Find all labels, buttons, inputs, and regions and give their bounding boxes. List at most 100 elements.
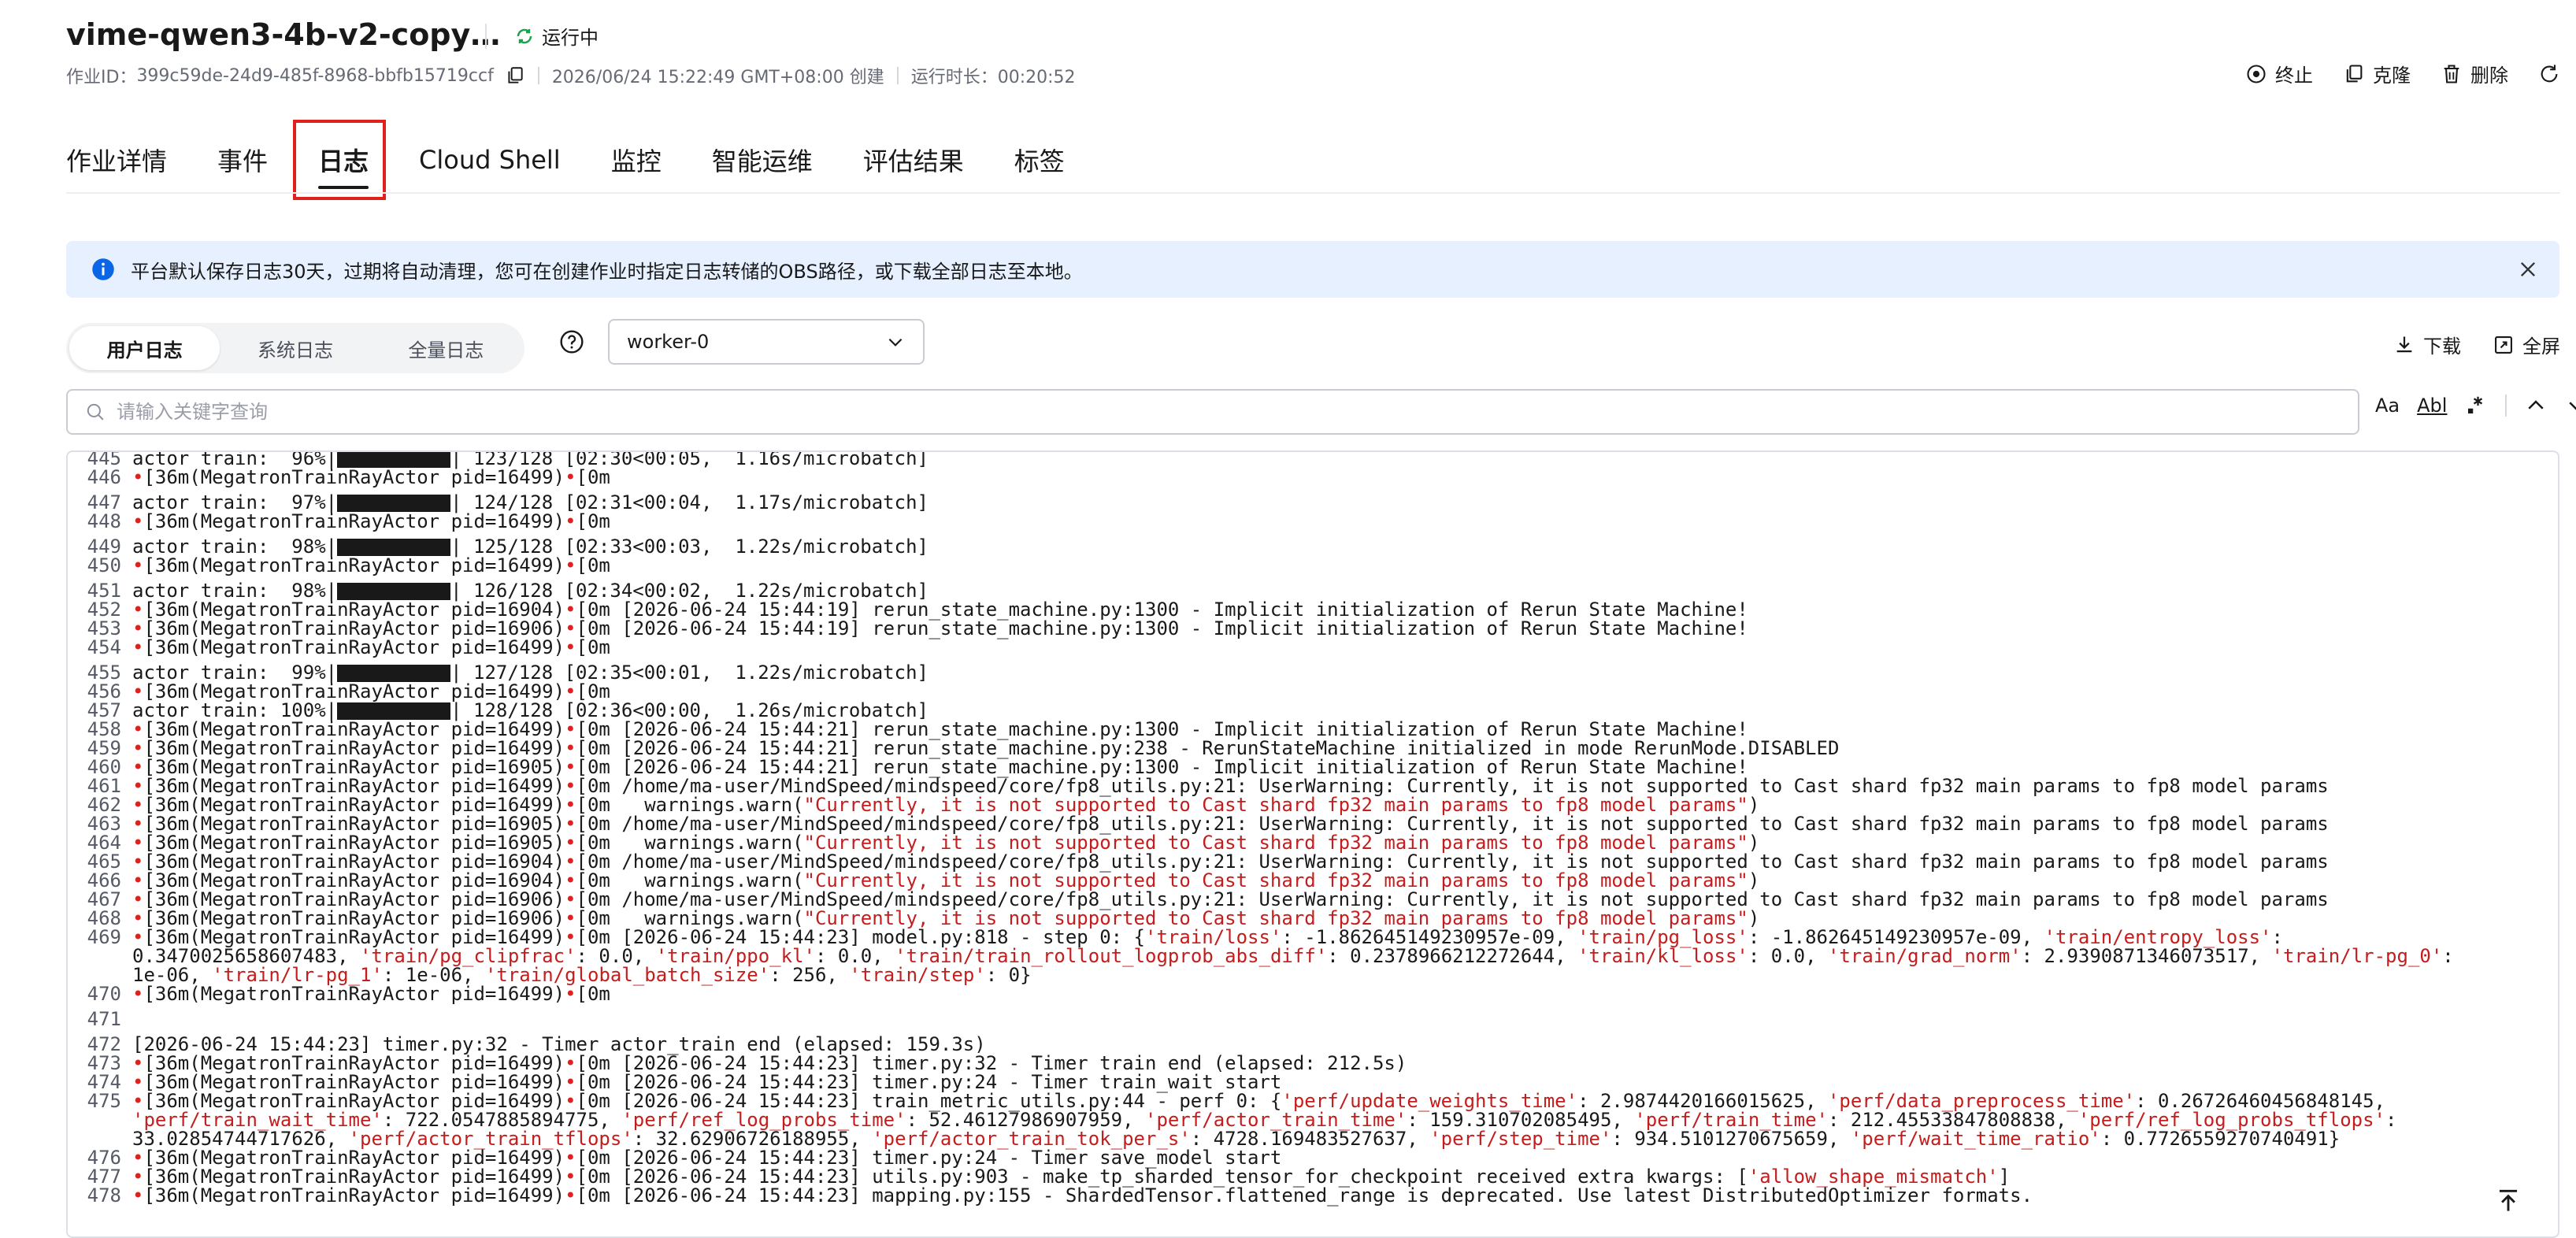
search-tools-divider: [2505, 395, 2507, 417]
log-line-number: 469: [87, 926, 121, 948]
log-line-text: [121, 1010, 132, 1029]
log-line: 1e-06, 'train/lr-pg_1': 1e-06, 'train/gl…: [76, 966, 2550, 984]
log-string-literal: 'train/lr-pg_0': [2271, 945, 2443, 967]
progress-bar-block: [337, 702, 451, 720]
refresh-button[interactable]: [2538, 63, 2560, 85]
log-line: 474 •[36m(MegatronTrainRayActor pid=16499…: [76, 1073, 2550, 1092]
log-line: 33.02854744717626, 'perf/actor_train_tfl…: [76, 1129, 2550, 1148]
log-line-number: 454: [87, 636, 121, 658]
download-label: 下载: [2423, 335, 2461, 358]
progress-bar-block: [337, 539, 451, 556]
log-line: 475 •[36m(MegatronTrainRayActor pid=16499…: [76, 1092, 2550, 1110]
worker-select[interactable]: worker-0: [608, 319, 925, 365]
tab-monitoring[interactable]: 监控: [611, 135, 662, 184]
log-line-text: •[36m(MegatronTrainRayActor pid=16906)•[…: [121, 619, 1748, 638]
user-log-option[interactable]: 用户日志: [69, 326, 221, 370]
job-meta: 作业ID： 399c59de-24d9-485f-8968-bbfb15719c…: [66, 63, 1076, 88]
tab-tags[interactable]: 标签: [1014, 135, 1065, 184]
log-line-text: actor train: 100%| | 128/128 [02:36<00:00…: [121, 701, 928, 720]
log-line: 450 •[36m(MegatronTrainRayActor pid=16499…: [76, 556, 2550, 575]
tab-events[interactable]: 事件: [217, 135, 268, 184]
tab-cloud-shell[interactable]: Cloud Shell: [419, 139, 561, 181]
log-line-number: 449: [87, 536, 121, 558]
log-line-number: 447: [87, 491, 121, 513]
regex-icon: [2468, 396, 2483, 413]
log-line: 447 actor train: 97%| | 124/128 [02:31<00:…: [76, 493, 2550, 512]
log-text-segment: [0m: [576, 466, 610, 488]
log-line-text: actor train: 96%| | 123/128 [02:30<00:05,…: [121, 452, 928, 468]
job-actions: 终止 克隆 删除: [2245, 60, 2560, 87]
log-line-text: •[36m(MegatronTrainRayActor pid=16906)•[…: [121, 909, 1759, 928]
ansi-escape-marker: •: [565, 983, 576, 1005]
log-line-number: [76, 1129, 121, 1148]
regex-toggle[interactable]: [2464, 394, 2488, 417]
running-status-icon: [517, 28, 532, 43]
log-line-number: 467: [87, 888, 121, 910]
progress-bar-block: [337, 452, 451, 468]
log-line-text: •[36m(MegatronTrainRayActor pid=16499)•[…: [121, 1148, 1281, 1167]
log-line-number: 478: [87, 1184, 121, 1206]
delete-button[interactable]: 删除: [2441, 60, 2508, 87]
log-line-number: 476: [87, 1147, 121, 1169]
log-line-number: 452: [87, 599, 121, 621]
log-line-text: •[36m(MegatronTrainRayActor pid=16904)•[…: [121, 600, 1748, 619]
log-text-segment: [36m(MegatronTrainRayActor pid=16499): [143, 554, 565, 576]
stop-button[interactable]: 终止: [2245, 60, 2313, 87]
stop-label: 终止: [2275, 65, 2313, 87]
log-line-number: 474: [87, 1071, 121, 1093]
ansi-escape-marker: •: [565, 1184, 576, 1206]
log-line-text: •[36m(MegatronTrainRayActor pid=16499)•[…: [121, 739, 1839, 758]
tab-smart-ops[interactable]: 智能运维: [712, 135, 813, 184]
full-log-option[interactable]: 全量日志: [371, 326, 521, 370]
log-text-segment: : 934.5101270675659,: [1611, 1128, 1851, 1150]
log-line-text: actor train: 99%| | 127/128 [02:35<00:01,…: [121, 663, 928, 682]
log-line-number: 451: [87, 580, 121, 602]
close-icon[interactable]: [2517, 258, 2539, 280]
chevron-up-icon: [2528, 400, 2544, 410]
log-line-number: 475: [87, 1090, 121, 1112]
search-input[interactable]: [115, 400, 2358, 424]
copy-icon[interactable]: [505, 65, 525, 86]
log-line-number: 456: [87, 680, 121, 702]
log-viewer[interactable]: 445 actor train: 96%| | 123/128 [02:30<00:…: [66, 450, 2559, 1238]
scroll-to-top-icon[interactable]: [2493, 1186, 2523, 1216]
next-match-button[interactable]: [2565, 394, 2576, 417]
log-line-number: 464: [87, 832, 121, 854]
log-line-text: [2026-06-24 15:44:23] timer.py:32 - Time…: [121, 1035, 986, 1054]
log-text-segment: :: [2442, 945, 2454, 967]
log-line-number: [76, 947, 121, 966]
job-status: 运行中: [515, 22, 599, 50]
clone-icon: [2346, 64, 2363, 82]
progress-bar-block: [337, 665, 451, 682]
match-case-toggle[interactable]: Aa: [2375, 395, 2400, 417]
download-button[interactable]: 下载: [2393, 331, 2461, 358]
status-text: 运行中: [542, 27, 599, 49]
log-line-text: 33.02854744717626, 'perf/actor_train_tfl…: [121, 1129, 2340, 1148]
log-string-literal: 'perf/step_time': [1429, 1128, 1612, 1150]
prev-match-button[interactable]: [2524, 394, 2548, 417]
fullscreen-button[interactable]: 全屏: [2493, 331, 2560, 358]
search-icon: [87, 403, 104, 421]
clone-button[interactable]: 克隆: [2343, 60, 2411, 87]
fullscreen-label: 全屏: [2522, 335, 2560, 358]
log-line: 476 •[36m(MegatronTrainRayActor pid=16499…: [76, 1148, 2550, 1167]
tab-eval-results[interactable]: 评估结果: [863, 135, 964, 184]
system-log-option[interactable]: 系统日志: [220, 326, 370, 370]
log-search: [66, 389, 2359, 435]
log-line-text: 0.3470025658607483, 'train/pg_clipfrac':…: [121, 947, 2454, 966]
ansi-escape-marker: •: [132, 636, 144, 658]
log-line: 471: [76, 1010, 2550, 1029]
log-text-segment: : 2.9390871346073517,: [2021, 945, 2272, 967]
log-line: 460 •[36m(MegatronTrainRayActor pid=16905…: [76, 758, 2550, 777]
log-line-number: 446: [87, 466, 121, 488]
tab-job-details[interactable]: 作业详情: [66, 135, 167, 184]
log-line: 455 actor train: 99%| | 127/128 [02:35<00:…: [76, 663, 2550, 682]
log-text-segment: [0m: [576, 510, 610, 532]
help-icon[interactable]: [559, 329, 584, 354]
chevron-down-icon: [888, 338, 903, 347]
log-line: 472 [2026-06-24 15:44:23] timer.py:32 - T…: [76, 1035, 2550, 1054]
log-line-text: 'perf/train_wait_time': 722.054788589477…: [121, 1110, 2396, 1129]
log-line: 473 •[36m(MegatronTrainRayActor pid=16499…: [76, 1054, 2550, 1073]
run-duration: 运行时长：00:20:52: [910, 68, 1076, 87]
whole-word-toggle[interactable]: Abl: [2417, 395, 2447, 417]
